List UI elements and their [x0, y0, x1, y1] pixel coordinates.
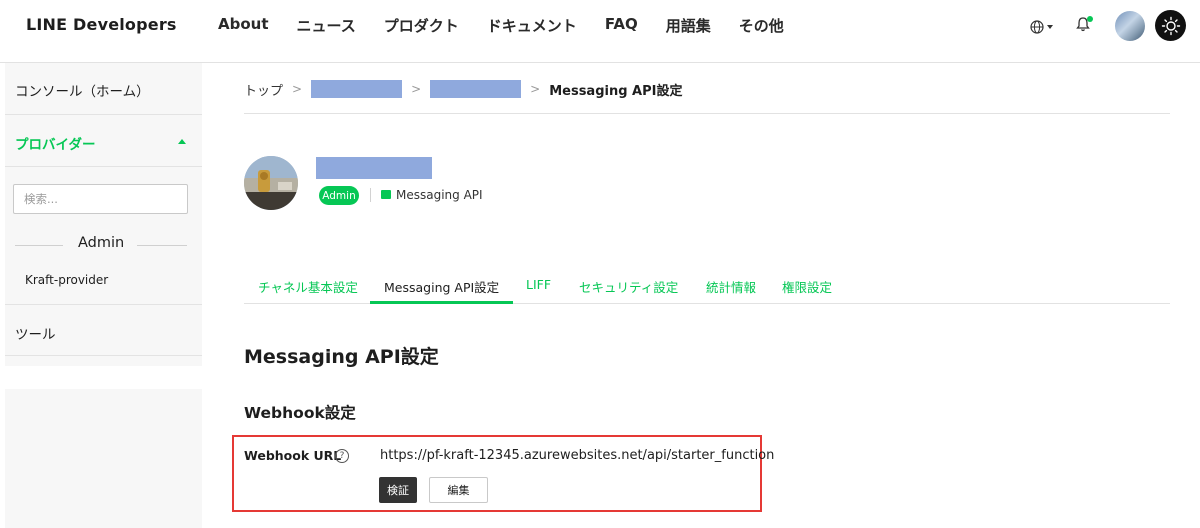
sidebar-lower-panel — [5, 389, 202, 528]
sidebar-item-console[interactable]: コンソール（ホーム） — [5, 63, 202, 115]
breadcrumb-divider — [244, 113, 1170, 114]
breadcrumb-current: Messaging API設定 — [549, 83, 683, 99]
admin-role-badge: Admin — [319, 186, 359, 205]
divider-line — [137, 245, 187, 246]
webhook-url-label: Webhook URL — [244, 448, 342, 463]
language-selector[interactable] — [1030, 17, 1056, 37]
sidebar-item-provider[interactable]: プロバイダー — [5, 115, 202, 167]
channel-photo — [244, 156, 298, 210]
divider-line — [370, 188, 371, 202]
tab-security-settings[interactable]: セキュリティ設定 — [579, 277, 678, 296]
line-developers-logo[interactable]: LINE Developers — [26, 15, 177, 34]
globe-icon — [1030, 20, 1044, 34]
nav-faq[interactable]: FAQ — [605, 15, 638, 36]
message-icon — [381, 190, 391, 199]
notification-dot — [1087, 16, 1093, 22]
sidebar-item-tools[interactable]: ツール — [5, 304, 202, 356]
admin-group-label: Admin — [78, 235, 125, 251]
page-title: Messaging API設定 — [244, 346, 439, 368]
top-header: LINE Developers About ニュース プロダクト ドキュメント … — [0, 0, 1200, 54]
chevron-right-icon: > — [411, 82, 422, 96]
sidebar-item-label: プロバイダー — [15, 137, 96, 153]
sidebar-item-kraft-provider[interactable]: Kraft-provider — [25, 273, 108, 287]
breadcrumb: トップ > > > Messaging API設定 — [244, 79, 682, 99]
channel-type-label: Messaging API — [396, 188, 483, 202]
webhook-highlight-box — [232, 435, 762, 512]
channel-name-redacted — [316, 157, 432, 179]
theme-toggle-button[interactable] — [1155, 10, 1186, 41]
sidebar: コンソール（ホーム） プロバイダー Admin Kraft-provider ツ… — [5, 63, 202, 366]
sidebar-item-label: コンソール（ホーム） — [15, 84, 150, 100]
breadcrumb-provider-redacted[interactable] — [311, 80, 403, 98]
chevron-right-icon: > — [530, 82, 541, 96]
tab-permission-settings[interactable]: 権限設定 — [782, 277, 832, 296]
webhook-url-value: https://pf-kraft-12345.azurewebsites.net… — [380, 448, 775, 463]
chevron-right-icon: > — [292, 82, 303, 96]
active-tab-indicator — [370, 301, 513, 304]
tab-messaging-api-settings[interactable]: Messaging API設定 — [384, 277, 499, 296]
tab-liff[interactable]: LIFF — [526, 277, 551, 292]
verify-button[interactable]: 検証 — [379, 477, 417, 503]
divider-line — [15, 245, 63, 246]
webhook-section-title: Webhook設定 — [244, 404, 356, 422]
nav-news[interactable]: ニュース — [297, 15, 356, 36]
user-avatar[interactable] — [1115, 11, 1145, 41]
help-icon[interactable]: ? — [335, 449, 349, 463]
chevron-down-icon — [1047, 25, 1053, 29]
top-navigation: About ニュース プロダクト ドキュメント FAQ 用語集 その他 — [218, 15, 784, 36]
channel-tabs: チャネル基本設定 Messaging API設定 LIFF セキュリティ設定 統… — [244, 266, 1170, 304]
channel-avatar — [244, 156, 298, 210]
nav-about[interactable]: About — [218, 15, 269, 36]
notification-button[interactable] — [1076, 16, 1093, 34]
breadcrumb-channel-redacted[interactable] — [430, 80, 522, 98]
nav-others[interactable]: その他 — [739, 15, 784, 36]
tab-statistics[interactable]: 統計情報 — [706, 277, 756, 296]
breadcrumb-home[interactable]: トップ — [244, 80, 283, 99]
sun-icon — [1161, 16, 1180, 35]
nav-documents[interactable]: ドキュメント — [487, 15, 577, 36]
nav-glossary[interactable]: 用語集 — [666, 15, 711, 36]
tab-channel-basic-settings[interactable]: チャネル基本設定 — [258, 277, 358, 296]
edit-button[interactable]: 編集 — [429, 477, 488, 503]
caret-up-icon — [178, 139, 186, 144]
provider-search-input[interactable] — [13, 184, 188, 214]
sidebar-item-label: ツール — [15, 327, 56, 343]
nav-products[interactable]: プロダクト — [384, 15, 459, 36]
